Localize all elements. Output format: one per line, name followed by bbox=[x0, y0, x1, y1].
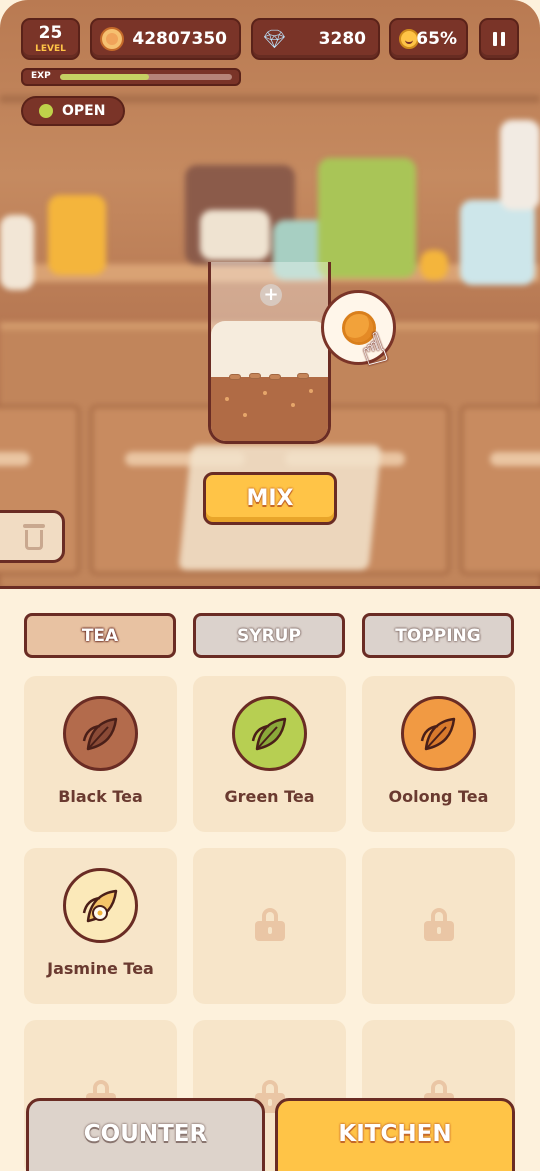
mood-meter[interactable]: 65% bbox=[389, 18, 468, 60]
tab-syrup[interactable]: SYRUP bbox=[193, 613, 345, 658]
mix-button[interactable]: MIX bbox=[203, 472, 337, 525]
ingredient-black-tea[interactable]: Black Tea bbox=[24, 676, 177, 832]
trash-icon bbox=[22, 523, 45, 550]
gem-counter[interactable]: 💎︎ 3280 bbox=[251, 18, 380, 60]
ingredient-label: Oolong Tea bbox=[388, 787, 489, 806]
pause-button[interactable] bbox=[479, 18, 519, 60]
level-badge: 25 LEVEL bbox=[21, 18, 80, 60]
oolong-tea-leaf-icon bbox=[401, 696, 476, 771]
tab-topping[interactable]: TOPPING bbox=[362, 613, 514, 658]
ingredient-label: Jasmine Tea bbox=[47, 959, 154, 978]
drink-cup[interactable]: + bbox=[208, 262, 331, 444]
pause-icon bbox=[493, 32, 505, 46]
status-label: OPEN bbox=[62, 103, 106, 119]
gem-value: 3280 bbox=[318, 29, 366, 49]
mood-value: 65% bbox=[416, 29, 457, 49]
locked-slot bbox=[193, 848, 346, 1004]
cup-tea-layer bbox=[211, 373, 328, 441]
shop-status-badge[interactable]: OPEN bbox=[21, 96, 125, 126]
level-number: 25 bbox=[38, 22, 63, 43]
exp-fill bbox=[60, 74, 150, 80]
coin-counter[interactable]: 42807350 bbox=[90, 18, 241, 60]
coin-value: 42807350 bbox=[132, 29, 227, 49]
add-icon[interactable]: + bbox=[260, 284, 282, 306]
lock-icon bbox=[254, 908, 285, 941]
ingredient-label: Black Tea bbox=[58, 787, 143, 806]
ingredient-oolong-tea[interactable]: Oolong Tea bbox=[362, 676, 515, 832]
green-tea-leaf-icon bbox=[232, 696, 307, 771]
exp-bar: EXP bbox=[21, 68, 241, 86]
ingredient-panel: TEA SYRUP TOPPING Black Tea Green Tea Oo… bbox=[0, 586, 540, 1171]
ingredient-label: Green Tea bbox=[224, 787, 315, 806]
level-label: LEVEL bbox=[35, 43, 66, 54]
exp-track bbox=[60, 74, 232, 80]
coin-icon bbox=[100, 27, 124, 51]
cup-milk-layer bbox=[211, 321, 328, 377]
ingredient-jasmine-tea[interactable]: Jasmine Tea bbox=[24, 848, 177, 1004]
diamond-icon: 💎︎ bbox=[263, 28, 286, 50]
tab-tea[interactable]: TEA bbox=[24, 613, 176, 658]
jasmine-tea-leaf-icon bbox=[63, 868, 138, 943]
counter-nav-button[interactable]: COUNTER bbox=[26, 1098, 265, 1171]
black-tea-leaf-icon bbox=[63, 696, 138, 771]
locked-slot bbox=[362, 848, 515, 1004]
status-dot-icon bbox=[39, 104, 53, 118]
lock-icon bbox=[423, 908, 454, 941]
trash-button[interactable] bbox=[0, 510, 65, 563]
ingredient-green-tea[interactable]: Green Tea bbox=[193, 676, 346, 832]
exp-label: EXP bbox=[31, 71, 51, 81]
kitchen-nav-button[interactable]: KITCHEN bbox=[275, 1098, 515, 1171]
